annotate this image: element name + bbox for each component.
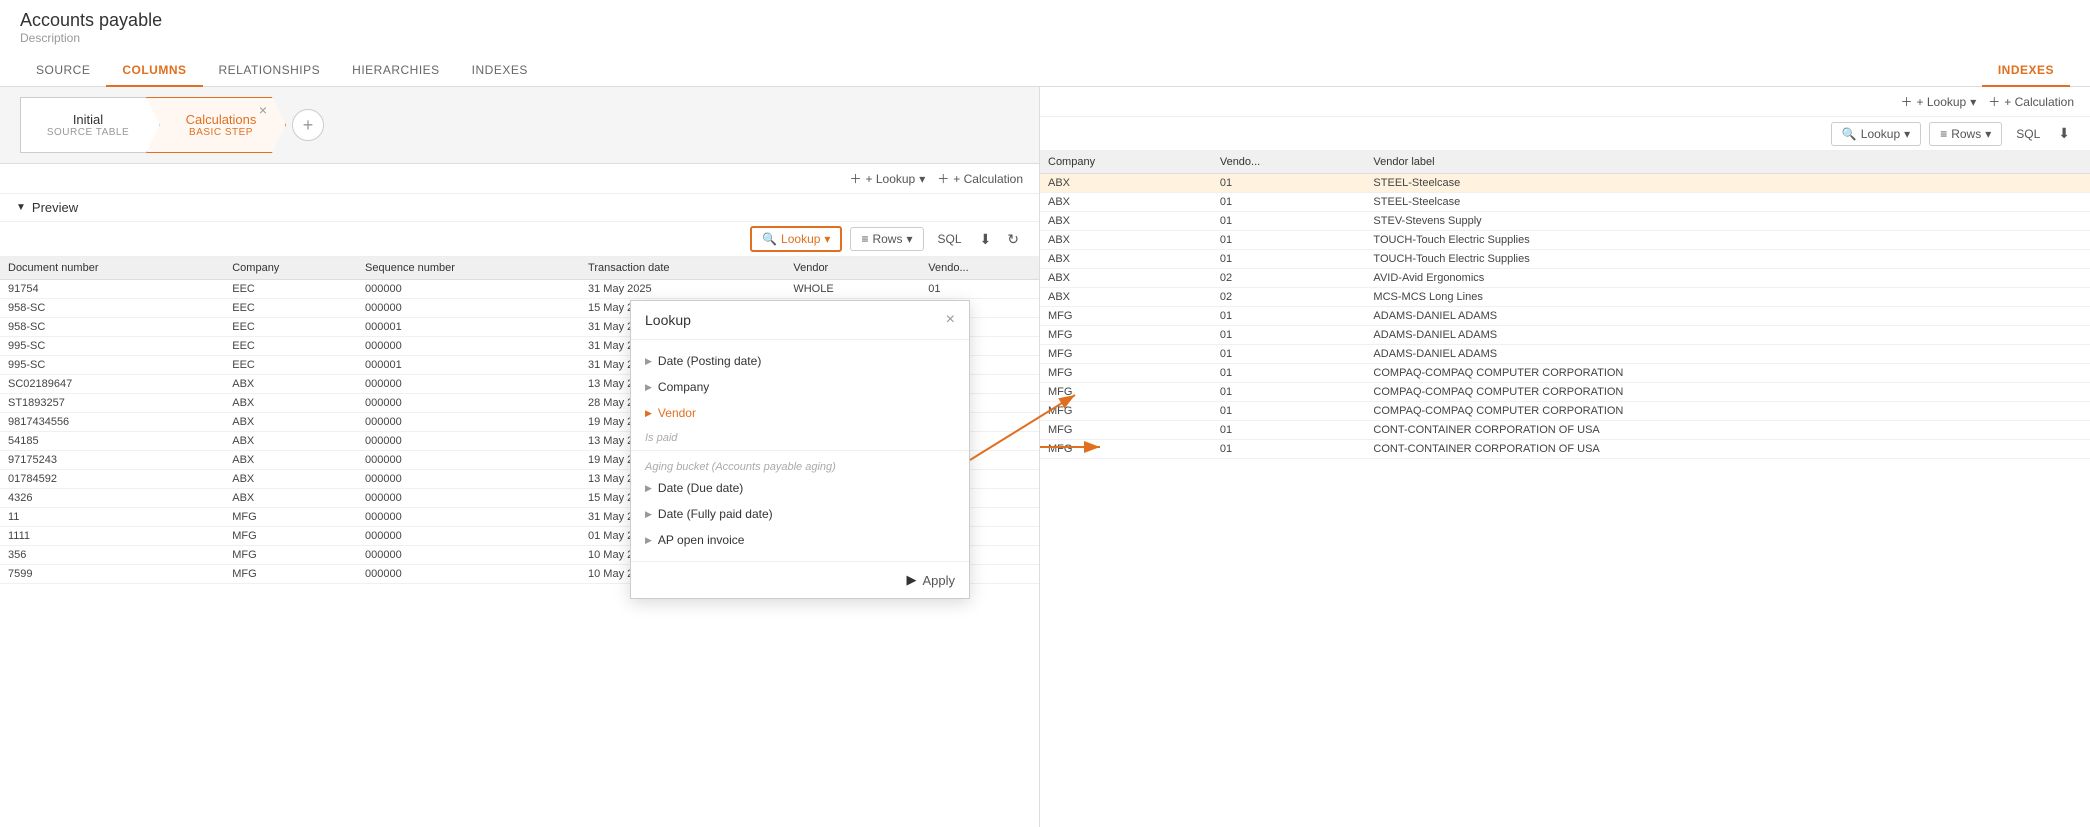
lookup-item-vendor[interactable]: ▶ Vendor [631,400,969,426]
right-rows-button[interactable]: ≡ Rows ▾ [1929,122,2002,146]
tab-right-indexes[interactable]: INDEXES [1982,55,2070,87]
lookup-button[interactable]: 🔍 Lookup ▾ [750,226,842,252]
lookup-popup-title: Lookup [645,312,691,328]
add-column-bar-right: ＋ + Lookup ▾ ＋ + Calculation [1040,87,2090,117]
add-calculation-button-left[interactable]: ＋ + Calculation [937,170,1023,187]
col-header-company: Company [224,257,357,280]
step-calculations-type: BASIC STEP [189,127,253,138]
add-column-bar: ＋ + Lookup ▾ ＋ + Calculation [0,164,1039,194]
col-header-seqnum: Sequence number [357,257,580,280]
expand-icon: ▶ [645,356,652,367]
lookup-close-button[interactable]: × [946,311,955,329]
add-lookup-button-right[interactable]: ＋ + Lookup ▾ [1901,93,1977,110]
right-col-vendor-label: Vendor label [1365,151,2090,174]
step-calculations-name: Calculations [186,112,257,127]
lookup-item-date-due[interactable]: ▶ Date (Due date) [631,475,969,501]
step-initial-name: Initial [73,112,103,127]
rows-button[interactable]: ≡ Rows ▾ [850,227,923,251]
add-calculation-button-right[interactable]: ＋ + Calculation [1988,93,2074,110]
right-rows-icon: ≡ [1940,127,1947,141]
right-search-icon: 🔍 [1842,127,1857,141]
expand-icon-paid: ▶ [645,509,652,520]
lookup-footer: ▶ Apply [631,561,969,598]
table-row: MFG01COMPAQ-COMPAQ COMPUTER CORPORATION [1040,383,2090,402]
table-row: 91754EEC00000031 May 2025WHOLE01 [0,280,1039,299]
lookup-tree: ▶ Date (Posting date) ▶ Company ▶ Vendor… [631,340,969,561]
right-sql-button[interactable]: SQL [2010,123,2046,145]
lookup-item-ap-invoice[interactable]: ▶ AP open invoice [631,527,969,553]
table-row: ABX01STEV-Stevens Supply [1040,212,2090,231]
table-row: ABX01TOUCH-Touch Electric Supplies [1040,231,2090,250]
plus-icon-r: ＋ [1901,93,1913,110]
right-table-area: Company Vendo... Vendor label ABX01STEEL… [1040,151,2090,827]
expand-icon-ap: ▶ [645,535,652,546]
right-lookup-button[interactable]: 🔍 Lookup ▾ [1831,122,1921,146]
table-row: MFG01COMPAQ-COMPAQ COMPUTER CORPORATION [1040,364,2090,383]
right-col-company: Company [1040,151,1212,174]
preview-chevron-icon: ▼ [16,202,26,213]
preview-label: Preview [32,200,78,215]
tab-indexes[interactable]: INDEXES [456,55,544,87]
add-lookup-button-left[interactable]: ＋ + Lookup ▾ [850,170,926,187]
apply-button[interactable]: ▶ Apply [906,572,955,588]
lookup-item-date-posting[interactable]: ▶ Date (Posting date) [631,348,969,374]
lookup-separator [631,450,969,451]
tabs-bar: SOURCE COLUMNS RELATIONSHIPS HIERARCHIES… [0,55,2090,87]
table-row: ABX01STEEL-Steelcase [1040,174,2090,193]
rows-icon: ≡ [861,232,868,246]
expand-icon-vendor: ▶ [645,408,652,419]
lookup-item-company[interactable]: ▶ Company [631,374,969,400]
tab-source[interactable]: SOURCE [20,55,106,87]
plus-icon-calc: ＋ [937,170,949,187]
right-data-table: Company Vendo... Vendor label ABX01STEEL… [1040,151,2090,459]
add-step-button[interactable]: + [292,109,324,141]
pipeline-area: Initial SOURCE TABLE Calculations BASIC … [0,87,1039,164]
preview-header[interactable]: ▼ Preview [0,194,1039,222]
tab-hierarchies[interactable]: HIERARCHIES [336,55,456,87]
col-header-vendo: Vendo... [920,257,1039,280]
tab-relationships[interactable]: RELATIONSHIPS [203,55,337,87]
table-row: MFG01ADAMS-DANIEL ADAMS [1040,326,2090,345]
page-title: Accounts payable [20,10,2070,31]
expand-icon-due: ▶ [645,483,652,494]
search-icon: 🔍 [762,232,777,246]
table-row: MFG01CONT-CONTAINER CORPORATION OF USA [1040,421,2090,440]
table-row: ABX02MCS-MCS Long Lines [1040,288,2090,307]
plus-icon-calc-r: ＋ [1988,93,2000,110]
col-header-docnum: Document number [0,257,224,280]
plus-icon: ＋ [850,170,862,187]
lookup-popup: Lookup × ▶ Date (Posting date) ▶ Company… [630,300,970,599]
col-header-vendor: Vendor [785,257,920,280]
right-col-vendo: Vendo... [1212,151,1366,174]
table-row: MFG01COMPAQ-COMPAQ COMPUTER CORPORATION [1040,402,2090,421]
lookup-section-ispaid: Is paid [631,426,969,446]
step-initial-type: SOURCE TABLE [47,127,129,138]
expand-icon-company: ▶ [645,382,652,393]
lookup-item-date-paid[interactable]: ▶ Date (Fully paid date) [631,501,969,527]
page-subtitle: Description [20,31,2070,45]
col-header-txdate: Transaction date [580,257,785,280]
table-row: MFG01ADAMS-DANIEL ADAMS [1040,345,2090,364]
download-button[interactable]: ⬇ [976,227,996,252]
apply-label: Apply [922,573,955,588]
lookup-popup-header: Lookup × [631,301,969,340]
play-icon: ▶ [906,572,916,588]
lookup-section-aging: Aging bucket (Accounts payable aging) [631,455,969,475]
right-toolbar: 🔍 Lookup ▾ ≡ Rows ▾ SQL ⬇ [1040,117,2090,151]
table-row: ABX02AVID-Avid Ergonomics [1040,269,2090,288]
table-row: ABX01TOUCH-Touch Electric Supplies [1040,250,2090,269]
step-calculations[interactable]: Calculations BASIC STEP × [146,97,286,153]
preview-toolbar: 🔍 Lookup ▾ ≡ Rows ▾ SQL ⬇ ↻ [0,222,1039,257]
right-download-button[interactable]: ⬇ [2054,121,2074,146]
tab-columns[interactable]: COLUMNS [106,55,202,87]
table-row: MFG01ADAMS-DANIEL ADAMS [1040,307,2090,326]
table-row: MFG01CONT-CONTAINER CORPORATION OF USA [1040,440,2090,459]
sql-button[interactable]: SQL [932,228,968,250]
step-close-icon[interactable]: × [259,102,267,118]
table-row: ABX01STEEL-Steelcase [1040,193,2090,212]
refresh-button[interactable]: ↻ [1003,227,1023,252]
step-initial[interactable]: Initial SOURCE TABLE [20,97,160,153]
